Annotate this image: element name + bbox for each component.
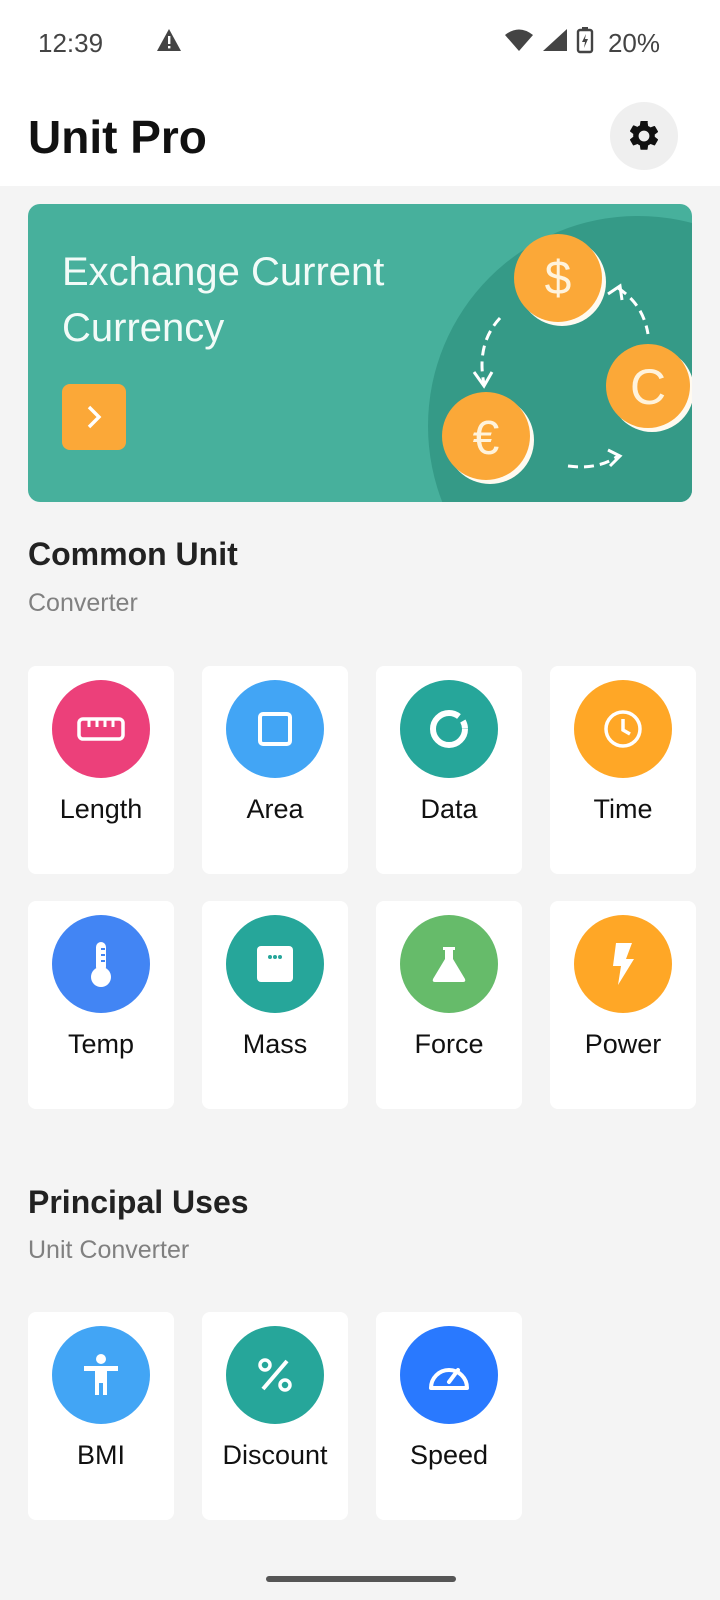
battery-icon — [576, 26, 594, 61]
principal-uses-title: Principal Uses — [28, 1184, 249, 1220]
tile-label: Temp — [67, 1029, 135, 1059]
status-time: 12:39 — [38, 28, 104, 58]
speedometer-icon — [429, 1368, 469, 1390]
square-icon — [258, 712, 292, 746]
tile-label: Length — [59, 794, 143, 824]
mass-icon-circle — [226, 915, 324, 1013]
bolt-icon — [613, 943, 634, 985]
settings-button[interactable] — [610, 102, 678, 170]
speed-icon-circle — [400, 1326, 498, 1424]
tile-power[interactable]: Power — [550, 901, 696, 1109]
tile-force[interactable]: Force — [376, 901, 522, 1109]
bmi-icon-circle — [52, 1326, 150, 1424]
tile-label: Time — [593, 794, 653, 824]
tile-label: Area — [246, 794, 304, 824]
status-right: 20% — [504, 26, 660, 61]
power-icon-circle — [574, 915, 672, 1013]
tile-speed[interactable]: Speed — [376, 1312, 522, 1520]
length-icon-circle — [52, 680, 150, 778]
app-bar: Unit Pro — [0, 88, 720, 186]
temp-icon-circle — [52, 915, 150, 1013]
common-unit-title: Common Unit — [28, 536, 238, 572]
common-unit-subtitle: Converter — [28, 589, 138, 617]
home-indicator[interactable] — [266, 1576, 456, 1582]
tile-area[interactable]: Area — [202, 666, 348, 874]
signal-icon — [542, 28, 568, 59]
flask-icon — [432, 947, 466, 982]
banner-text: Exchange Current Currency — [62, 250, 385, 350]
data-icon-circle — [400, 680, 498, 778]
ruler-icon — [77, 717, 125, 741]
tile-label: Force — [414, 1029, 484, 1059]
svg-text:€: € — [473, 412, 500, 465]
area-icon-circle — [226, 680, 324, 778]
clock-icon — [604, 710, 642, 748]
tile-label: BMI — [76, 1440, 125, 1470]
tile-temp[interactable]: Temp — [28, 901, 174, 1109]
principal-uses-subtitle: Unit Converter — [28, 1236, 190, 1264]
svg-text:C: C — [630, 359, 666, 415]
tile-length[interactable]: Length — [28, 666, 174, 874]
currency-banner[interactable]: Exchange Current Currency $ C € — [28, 204, 692, 502]
thermometer-icon — [91, 942, 111, 987]
chevron-right-icon — [87, 405, 102, 429]
tile-label: Speed — [409, 1440, 489, 1470]
battery-percent: 20% — [607, 28, 660, 58]
person-icon — [84, 1354, 118, 1395]
currency-coins-illustration: $ C € — [442, 234, 692, 484]
tile-label: Data — [420, 794, 478, 824]
scale-icon — [257, 946, 293, 982]
tile-bmi[interactable]: BMI — [28, 1312, 174, 1520]
banner-go-button[interactable] — [62, 384, 126, 450]
tile-label: Discount — [222, 1440, 328, 1470]
tile-mass[interactable]: Mass — [202, 901, 348, 1109]
time-icon-circle — [574, 680, 672, 778]
percent-icon — [258, 1358, 292, 1392]
tile-time[interactable]: Time — [550, 666, 696, 874]
discount-icon-circle — [226, 1326, 324, 1424]
gear-icon — [629, 120, 659, 150]
svg-text:$: $ — [545, 252, 572, 305]
alert-icon — [156, 28, 182, 59]
tile-discount[interactable]: Discount — [202, 1312, 348, 1520]
donut-icon — [430, 710, 468, 748]
force-icon-circle — [400, 915, 498, 1013]
tile-data[interactable]: Data — [376, 666, 522, 874]
tile-label: Mass — [242, 1029, 308, 1059]
wifi-icon — [504, 28, 534, 59]
status-bar: 12:39 20% — [0, 0, 720, 88]
tile-label: Power — [584, 1029, 662, 1059]
app-title: Unit Pro — [28, 111, 207, 163]
